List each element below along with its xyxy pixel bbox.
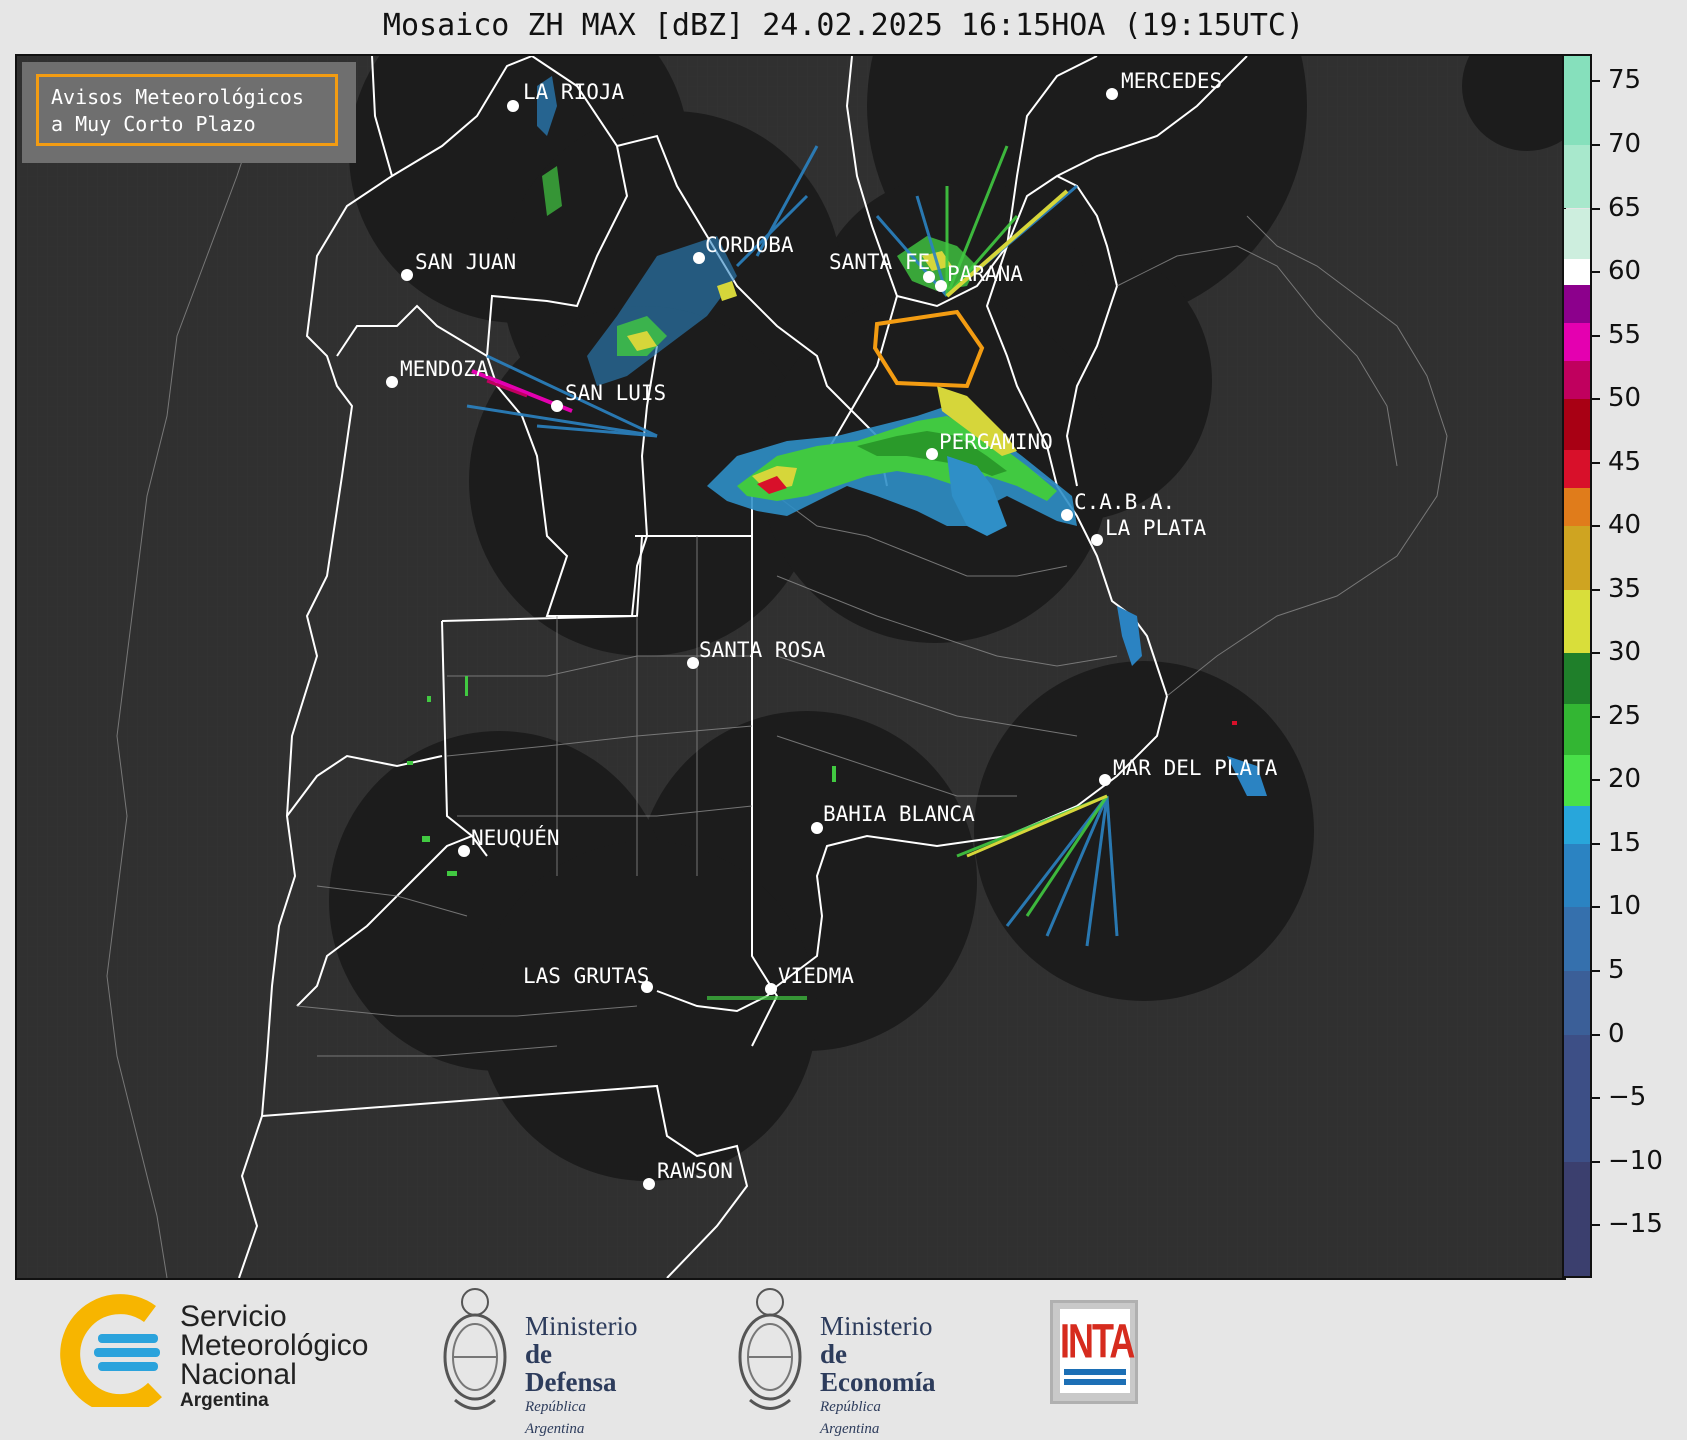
smn-name-line-3: Nacional — [180, 1358, 297, 1391]
national-shield-icon — [738, 1288, 802, 1410]
colorbar-segment — [1564, 653, 1590, 705]
colorbar-segment — [1564, 1034, 1590, 1162]
colorbar-segment — [1564, 526, 1590, 590]
colorbar-segment — [1564, 704, 1590, 755]
smn-logo: Servicio Meteorológico Nacional Argentin… — [60, 1292, 480, 1415]
colorbar-tick-label: 15 — [1592, 828, 1641, 858]
economia-line-1: Ministerio — [820, 1311, 933, 1341]
colorbar-segment — [1564, 1161, 1590, 1276]
colorbar-segment — [1564, 589, 1590, 654]
smn-name-line-4: Argentina — [180, 1390, 269, 1411]
reflectivity-colorbar — [1562, 54, 1592, 1278]
radar-map[interactable]: LA RIOJA MERCEDES SAN JUAN CORDOBA SANTA… — [15, 54, 1566, 1280]
city-neuquen: NEUQUÉN — [471, 825, 560, 850]
colorbar-segment — [1564, 259, 1590, 285]
map-title: Mosaico ZH MAX [dBZ] 24.02.2025 16:15HOA… — [382, 8, 1305, 43]
colorbar-tick-label: 30 — [1592, 637, 1641, 667]
colorbar-tick-label: 55 — [1592, 320, 1641, 350]
city-santa-rosa: SANTA ROSA — [699, 638, 826, 662]
colorbar-tick-label: 25 — [1592, 701, 1641, 731]
colorbar-segment — [1564, 208, 1590, 260]
city-rawson: RAWSON — [657, 1159, 733, 1183]
colorbar-segment — [1564, 971, 1590, 1035]
defensa-line-3: República Argentina — [525, 1399, 586, 1437]
footer-logos: Servicio Meteorológico Nacional Argentin… — [0, 1278, 1687, 1438]
colorbar-tick-label: −5 — [1592, 1082, 1646, 1112]
colorbar-tick-label: 70 — [1592, 129, 1641, 159]
city-las-grutas: LAS GRUTAS — [523, 964, 649, 988]
colorbar-segment — [1564, 399, 1590, 450]
map-canvas: LA RIOJA MERCEDES SAN JUAN CORDOBA SANTA… — [17, 56, 1564, 1278]
colorbar-tick-label: 20 — [1592, 764, 1641, 794]
colorbar-segment — [1564, 843, 1590, 908]
colorbar-segment — [1564, 907, 1590, 971]
smn-emblem-icon — [60, 1294, 162, 1415]
defensa-line-1: Ministerio — [525, 1311, 638, 1341]
smn-name-line-2: Meteorológico — [180, 1329, 369, 1362]
economia-logo: Ministerio de Economía República Argenti… — [732, 1282, 936, 1437]
colorbar-tick-label: 35 — [1592, 574, 1641, 604]
inta-logo: INTA — [1050, 1300, 1138, 1404]
city-san-juan: SAN JUAN — [415, 250, 516, 274]
colorbar-segment — [1564, 322, 1590, 361]
colorbar-segment — [1564, 56, 1590, 145]
city-bahia-blanca: BAHIA BLANCA — [823, 802, 975, 826]
colorbar-segment — [1564, 488, 1590, 527]
colorbar-tick-label: 65 — [1592, 193, 1641, 223]
colorbar-tick-label: 5 — [1592, 955, 1625, 985]
warning-notice-box[interactable]: Avisos Meteorológicos a Muy Corto Plazo — [22, 62, 356, 163]
defensa-logo: Ministerio de Defensa República Argentin… — [437, 1282, 638, 1437]
colorbar-segment — [1564, 361, 1590, 400]
city-viedma: VIEDMA — [778, 964, 854, 988]
colorbar-tick-label: 50 — [1592, 383, 1641, 413]
colorbar-tick-label: 75 — [1592, 65, 1641, 95]
colorbar-segment — [1564, 144, 1590, 209]
city-pergamino: PERGAMINO — [939, 430, 1053, 454]
colorbar-tick-label: 60 — [1592, 256, 1641, 286]
colorbar-tick-label: 40 — [1592, 510, 1641, 540]
colorbar-tick-label: −10 — [1592, 1146, 1663, 1176]
city-mar-del-plata: MAR DEL PLATA — [1113, 756, 1278, 780]
economia-line-2: de Economía — [820, 1339, 936, 1397]
inta-wordmark: INTA — [1060, 1313, 1135, 1369]
defensa-line-2: de Defensa — [525, 1339, 617, 1397]
city-la-rioja: LA RIOJA — [523, 80, 625, 104]
colorbar-tick-label: −15 — [1592, 1209, 1663, 1239]
city-cordoba: CORDOBA — [705, 233, 794, 257]
city-mendoza: MENDOZA — [400, 357, 489, 381]
colorbar-tick-label: 0 — [1592, 1019, 1625, 1049]
national-shield-icon — [443, 1288, 507, 1410]
smn-name-line-1: Servicio — [180, 1300, 287, 1333]
notice-line-2: a Muy Corto Plazo — [51, 112, 256, 136]
city-caba: C.A.B.A. — [1074, 490, 1175, 514]
notice-line-1: Avisos Meteorológicos — [51, 85, 304, 109]
city-parana: PARANA — [947, 262, 1023, 286]
colorbar-tick-label: 45 — [1592, 447, 1641, 477]
warning-notice[interactable]: Avisos Meteorológicos a Muy Corto Plazo — [36, 74, 338, 146]
city-san-luis: SAN LUIS — [565, 381, 666, 405]
colorbar-segment — [1564, 805, 1590, 844]
colorbar-segment — [1564, 754, 1590, 806]
city-la-plata: LA PLATA — [1105, 516, 1207, 540]
city-santa-fe: SANTA FE — [829, 250, 930, 274]
economia-line-3: República Argentina — [820, 1399, 881, 1437]
colorbar-segment — [1564, 284, 1590, 323]
colorbar-segment — [1564, 449, 1590, 489]
city-mercedes: MERCEDES — [1121, 69, 1222, 93]
colorbar-tick-label: 10 — [1592, 891, 1641, 921]
